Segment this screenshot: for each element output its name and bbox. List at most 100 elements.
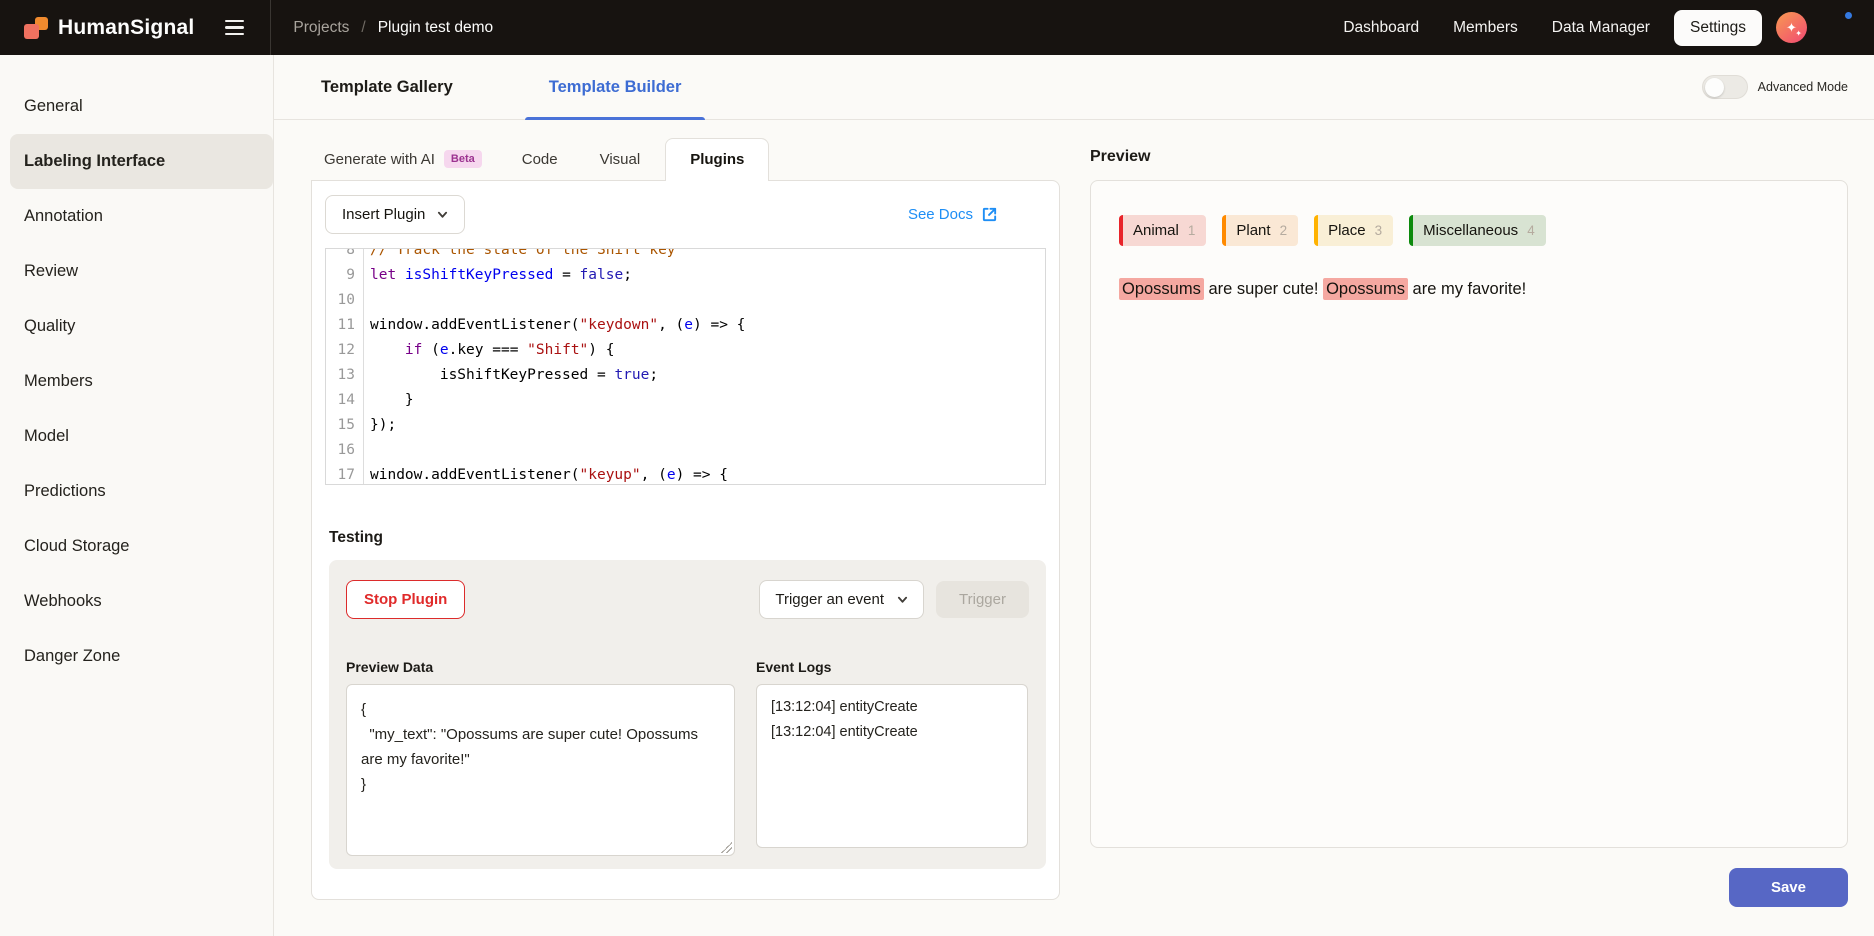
label-name: Place [1318, 222, 1375, 239]
subtab-code[interactable]: Code [509, 139, 571, 180]
tab-template-gallery[interactable]: Template Gallery [311, 55, 463, 120]
testing-panel: Stop Plugin Trigger an event Trigger Pre… [329, 560, 1046, 869]
text-segment[interactable]: are super cute! [1204, 280, 1323, 298]
beta-badge: Beta [444, 150, 482, 168]
label-name: Plant [1226, 222, 1279, 239]
line-number: 15 [326, 413, 364, 438]
builder-subtabs: Generate with AI Beta Code Visual Plugin… [311, 134, 1060, 180]
preview-data-field: Preview Data { "my_text": "Opossums are … [346, 659, 735, 856]
trigger-button[interactable]: Trigger [936, 581, 1029, 618]
code-line-14: 14 } [326, 388, 1045, 413]
label-chips: Animal 1 Plant 2 Place 3 [1119, 215, 1819, 246]
code-line-17: 17 window.addEventListener("keyup", (e) … [326, 463, 1045, 485]
chevron-down-icon [437, 209, 448, 220]
breadcrumb: Projects / Plugin test demo [293, 19, 493, 37]
menu-icon[interactable] [212, 8, 256, 48]
label-name: Animal [1123, 222, 1188, 239]
line-number: 8 [326, 248, 364, 263]
insert-plugin-dropdown[interactable]: Insert Plugin [325, 195, 465, 234]
sidebar-item-model[interactable]: Model [0, 409, 273, 464]
code-line-16: 16 [326, 438, 1045, 463]
trigger-event-label: Trigger an event [775, 591, 884, 608]
line-number: 11 [326, 313, 364, 338]
nav-settings-button[interactable]: Settings [1674, 10, 1762, 46]
sidebar-item-cloud-storage[interactable]: Cloud Storage [0, 519, 273, 574]
label-chip-plant[interactable]: Plant 2 [1222, 215, 1298, 246]
chevron-down-icon [897, 594, 908, 605]
sidebar-item-members[interactable]: Members [0, 354, 273, 409]
subtab-plugins[interactable]: Plugins [665, 138, 769, 181]
brand-name: HumanSignal [58, 16, 194, 40]
sidebar-item-review[interactable]: Review [0, 244, 273, 299]
sidebar-item-webhooks[interactable]: Webhooks [0, 574, 273, 629]
settings-sidebar: General Labeling Interface Annotation Re… [0, 55, 274, 936]
nav-members[interactable]: Members [1443, 11, 1528, 45]
breadcrumb-separator: / [361, 19, 365, 37]
ai-sparkle-button[interactable]: ✦✦ [1776, 12, 1807, 43]
trigger-event-dropdown[interactable]: Trigger an event [759, 580, 924, 619]
sidebar-item-labeling-interface[interactable]: Labeling Interface [10, 134, 273, 189]
event-log-entry: [13:12:04] entityCreate [771, 695, 1013, 720]
event-log-entry: [13:12:04] entityCreate [771, 720, 1013, 745]
annotated-text: Opossums are super cute! Opossums are my… [1119, 276, 1819, 302]
external-link-icon [981, 206, 998, 223]
code-line-15: 15 }); [326, 413, 1045, 438]
code-line-9: 9 let isShiftKeyPressed = false; [326, 263, 1045, 288]
label-chip-miscellaneous[interactable]: Miscellaneous 4 [1409, 215, 1546, 246]
see-docs-link[interactable]: See Docs [908, 206, 1046, 223]
label-chip-animal[interactable]: Animal 1 [1119, 215, 1206, 246]
nav-dashboard[interactable]: Dashboard [1333, 11, 1429, 45]
user-avatar[interactable] [1821, 12, 1852, 43]
topbar-divider [270, 0, 271, 55]
sidebar-item-annotation[interactable]: Annotation [0, 189, 273, 244]
advanced-mode-toggle[interactable] [1702, 75, 1748, 99]
advanced-mode-label: Advanced Mode [1758, 80, 1848, 94]
brand[interactable]: HumanSignal [0, 16, 194, 40]
line-number: 9 [326, 263, 364, 288]
subtab-visual[interactable]: Visual [587, 139, 654, 180]
label-hotkey: 1 [1188, 223, 1207, 238]
insert-plugin-label: Insert Plugin [342, 206, 425, 223]
subtab-generate-with-ai[interactable]: Generate with AI Beta [311, 138, 495, 180]
humansignal-logo-icon [24, 16, 48, 40]
annotation-span[interactable]: Opossums [1119, 278, 1204, 300]
label-hotkey: 4 [1527, 223, 1546, 238]
plugin-code-editor[interactable]: 8 // Track the state of the Shift key 9 … [325, 248, 1046, 485]
preview-heading: Preview [1090, 134, 1848, 180]
line-number: 13 [326, 363, 364, 388]
line-number: 12 [326, 338, 364, 363]
top-bar: HumanSignal Projects / Plugin test demo … [0, 0, 1874, 55]
labeling-preview: Animal 1 Plant 2 Place 3 [1090, 180, 1848, 848]
stop-plugin-button[interactable]: Stop Plugin [346, 580, 465, 619]
event-logs-label: Event Logs [756, 659, 1028, 675]
label-name: Miscellaneous [1413, 222, 1527, 239]
code-line-12: 12 if (e.key === "Shift") { [326, 338, 1045, 363]
plugins-panel: Insert Plugin See Docs [311, 180, 1060, 900]
notification-dot [1843, 10, 1854, 21]
event-logs-field: Event Logs [13:12:04] entityCreate [13:1… [756, 659, 1028, 856]
line-number: 10 [326, 288, 364, 313]
text-segment[interactable]: are my favorite! [1408, 280, 1526, 298]
breadcrumb-projects[interactable]: Projects [293, 19, 349, 37]
label-chip-place[interactable]: Place 3 [1314, 215, 1393, 246]
nav-data-manager[interactable]: Data Manager [1542, 11, 1660, 45]
see-docs-label: See Docs [908, 206, 973, 223]
template-tabs-row: Template Gallery Template Builder Advanc… [274, 55, 1874, 120]
testing-heading: Testing [325, 529, 1046, 547]
preview-data-input[interactable]: { "my_text": "Opossums are super cute! O… [346, 684, 735, 856]
label-hotkey: 2 [1280, 223, 1299, 238]
event-logs-list[interactable]: [13:12:04] entityCreate [13:12:04] entit… [756, 684, 1028, 848]
tab-template-builder[interactable]: Template Builder [539, 55, 692, 120]
sidebar-item-general[interactable]: General [0, 79, 273, 134]
breadcrumb-current-page: Plugin test demo [378, 19, 493, 37]
annotation-span[interactable]: Opossums [1323, 278, 1408, 300]
code-line-10: 10 [326, 288, 1045, 313]
sidebar-item-quality[interactable]: Quality [0, 299, 273, 354]
sidebar-item-predictions[interactable]: Predictions [0, 464, 273, 519]
sidebar-item-danger-zone[interactable]: Danger Zone [0, 629, 273, 684]
line-number: 16 [326, 438, 364, 463]
top-nav: Dashboard Members Data Manager Settings … [1333, 10, 1874, 46]
save-button[interactable]: Save [1729, 868, 1848, 907]
code-line-11: 11 window.addEventListener("keydown", (e… [326, 313, 1045, 338]
code-line-8: 8 // Track the state of the Shift key [326, 248, 1045, 263]
